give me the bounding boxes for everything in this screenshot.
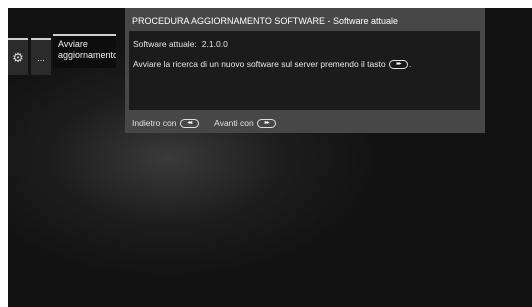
dialog-footer: Indietro con Avanti con [132, 118, 289, 129]
start-update-menu-item[interactable]: Avviare aggiornamento [53, 34, 116, 68]
current-software-line: Software attuale: 2.1.0.0 [133, 39, 228, 49]
tv-screen: ⚙ ... Avviare aggiornamento PROCEDURA AG… [8, 8, 532, 307]
instruction-label: Avviare la ricerca di un nuovo software … [133, 59, 386, 69]
more-label: ... [37, 52, 45, 63]
forward-hint[interactable]: Avanti con [214, 118, 277, 129]
forward-key-icon [257, 119, 277, 129]
more-menu-item[interactable]: ... [31, 38, 51, 75]
settings-menu-item[interactable]: ⚙ [8, 38, 28, 75]
software-update-dialog: PROCEDURA AGGIORNAMENTO SOFTWARE - Softw… [125, 8, 485, 133]
dialog-body: Software attuale: 2.1.0.0 Avviare la rice… [129, 31, 480, 110]
forward-key-icon [388, 60, 408, 70]
current-software-value: 2.1.0.0 [201, 39, 228, 49]
rewind-key-icon [179, 119, 199, 129]
instruction-end: . [408, 59, 412, 69]
instruction-text: Avviare la ricerca di un nuovo software … [133, 59, 412, 70]
back-hint[interactable]: Indietro con [132, 118, 202, 129]
menu-item-label-line2: aggiornamento [58, 50, 116, 60]
current-software-label: Software attuale: [133, 39, 197, 49]
forward-label: Avanti con [214, 118, 254, 128]
dialog-title: PROCEDURA AGGIORNAMENTO SOFTWARE - Softw… [132, 16, 399, 26]
back-label: Indietro con [132, 118, 177, 128]
gear-icon: ⚙ [12, 49, 24, 65]
menu-item-label-line1: Avviare [58, 39, 88, 49]
